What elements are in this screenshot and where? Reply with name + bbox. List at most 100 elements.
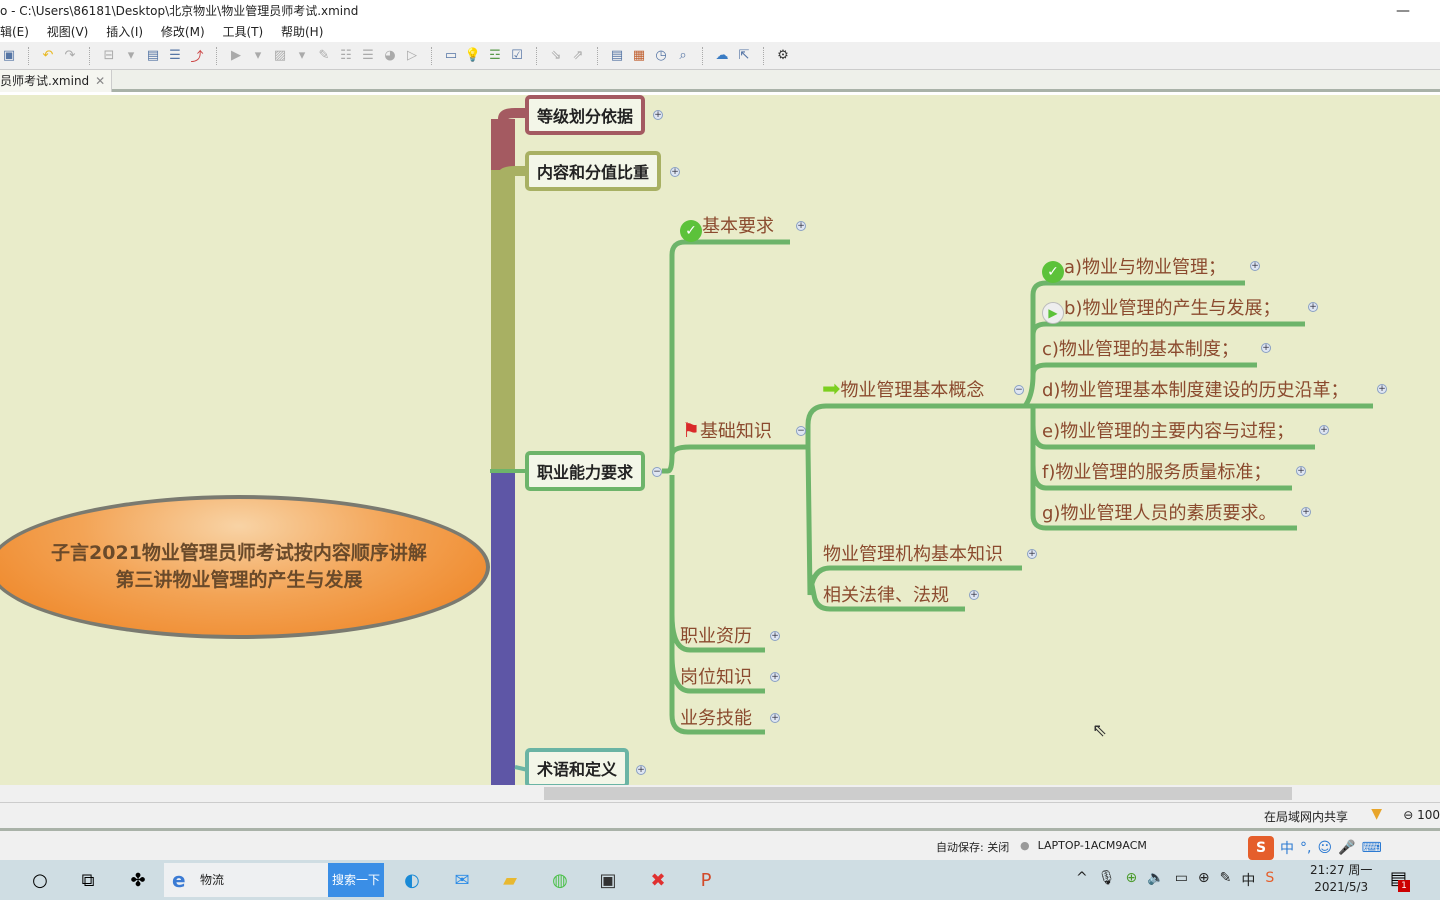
expand-icon[interactable]: + [1296, 466, 1306, 476]
subtopic-agency-knowledge[interactable]: 物业管理机构基本知识 [823, 540, 1003, 566]
subtopic-career-qualification[interactable]: 职业资历 [680, 622, 752, 648]
taskbar-search-input[interactable]: e 物流 [164, 863, 328, 897]
zoom-level[interactable]: ⊖ 100 [1403, 808, 1440, 822]
leaf-topic-f[interactable]: f)物业管理的服务质量标准； [1042, 458, 1271, 484]
subtopic-business-skills[interactable]: 业务技能 [680, 704, 752, 730]
autosave-status[interactable]: 自动保存: 关闭 [936, 839, 1009, 855]
subtopic-position-knowledge[interactable]: 岗位知识 [680, 663, 752, 689]
insert-topic-icon[interactable]: ⊟ [100, 47, 118, 65]
volume-icon[interactable]: 🔈 [1147, 870, 1164, 890]
ime-chinese-mode[interactable]: 中 [1280, 838, 1294, 858]
notes-icon[interactable]: ☰ [359, 47, 377, 65]
mail-icon[interactable]: ✉ [450, 868, 474, 892]
menu-tools[interactable]: 工具(T) [222, 25, 263, 39]
pen-icon[interactable]: ✎ [1220, 870, 1232, 890]
presentation-icon[interactable]: ▭ [442, 47, 460, 65]
dropdown-icon[interactable]: ▾ [249, 47, 267, 65]
gantt-icon[interactable]: ☲ [486, 47, 504, 65]
expand-icon[interactable]: + [796, 221, 806, 231]
collapse-icon[interactable]: − [796, 426, 806, 436]
subtopic-basic-knowledge[interactable]: ⚑基础知识 [682, 417, 772, 443]
menu-modify[interactable]: 修改(M) [161, 25, 205, 39]
cortana-icon[interactable]: ○ [28, 868, 52, 892]
topic-terms-definitions[interactable]: 术语和定义 [525, 748, 630, 785]
xmind-icon[interactable]: ✖ [646, 868, 670, 892]
app-pinwheel-icon[interactable]: ✤ [126, 868, 150, 892]
microphone-icon[interactable]: 🎤 [1338, 840, 1355, 856]
hyperlink-icon[interactable]: ◕ [381, 47, 399, 65]
expand-icon[interactable]: + [670, 167, 680, 177]
expand-icon[interactable]: + [1027, 549, 1037, 559]
microphone-icon[interactable]: 🎙 [1098, 870, 1116, 890]
task-view-icon[interactable]: ⧉ [76, 868, 100, 892]
horizontal-scrollbar[interactable] [0, 785, 1440, 802]
leaf-topic-d[interactable]: d)物业管理基本制度建设的历史沿革； [1042, 376, 1348, 402]
expand-icon[interactable]: + [1250, 261, 1260, 271]
menu-edit[interactable]: 辑(E) [0, 25, 29, 39]
expand-icon[interactable]: + [770, 713, 780, 723]
keyboard-icon[interactable]: ⌨ [1362, 840, 1382, 856]
collapse-icon[interactable]: − [1014, 385, 1024, 395]
boundary-icon[interactable]: ▤ [144, 47, 162, 65]
expand-icon[interactable]: + [770, 631, 780, 641]
expand-icon[interactable]: + [1308, 302, 1318, 312]
leaf-topic-c[interactable]: c)物业管理的基本制度； [1042, 335, 1239, 361]
gear-icon[interactable]: ⚙ [774, 47, 792, 65]
label-icon[interactable]: ☷ [337, 47, 355, 65]
search-icon[interactable]: ⌕ [674, 47, 692, 65]
expand-icon[interactable]: + [1377, 384, 1387, 394]
task-icon[interactable]: ☑ [508, 47, 526, 65]
overview-icon[interactable]: ▦ [630, 47, 648, 65]
drill-up-icon[interactable]: ⇗ [569, 47, 587, 65]
upload-icon[interactable]: ☁ [713, 47, 731, 65]
summary-icon[interactable]: ☰ [166, 47, 184, 65]
marker-icon[interactable]: ▶ [227, 47, 245, 65]
sogou-icon[interactable]: S [1265, 870, 1274, 890]
subtopic-laws-regulations[interactable]: 相关法律、法规 [823, 581, 949, 607]
notification-icon[interactable]: ▤ 1 [1390, 868, 1410, 892]
expand-icon[interactable]: + [969, 590, 979, 600]
emoji-icon[interactable]: ☺ [1317, 840, 1332, 856]
leaf-topic-e[interactable]: e)物业管理的主要内容与过程； [1042, 417, 1294, 443]
redo-icon[interactable]: ↷ [61, 47, 79, 65]
clock[interactable]: 21:27 周一 2021/5/3 [1310, 862, 1372, 896]
attachment-icon[interactable]: ✎ [315, 47, 333, 65]
chevron-up-icon[interactable]: ^ [1076, 870, 1088, 890]
lan-share-label[interactable]: 在局域网内共享 [1264, 808, 1348, 825]
mind-map-canvas[interactable]: 子言2021物业管理员师考试按内容顺序讲解 第三讲物业管理的产生与发展 等级划分… [0, 95, 1440, 785]
editor-tab[interactable]: 员师考试.xmind ✕ [0, 70, 112, 92]
input-method-icon[interactable]: 中 [1241, 870, 1255, 890]
network-icon[interactable]: ⊕ [1198, 870, 1210, 890]
topic-grade-basis[interactable]: 等级划分依据 [525, 95, 646, 135]
audio-icon[interactable]: ▷ [403, 47, 421, 65]
ime-punctuation[interactable]: °, [1300, 840, 1311, 856]
dropdown-icon[interactable]: ▾ [293, 47, 311, 65]
expand-icon[interactable]: + [636, 765, 646, 775]
search-button[interactable]: 搜索一下 [328, 863, 384, 897]
edge-icon[interactable]: ◐ [400, 868, 424, 892]
sogou-logo-icon[interactable]: S [1248, 836, 1274, 860]
share-icon[interactable]: ⇱ [735, 47, 753, 65]
leaf-topic-b[interactable]: ▶ b)物业管理的产生与发展； [1042, 294, 1280, 324]
expand-icon[interactable]: + [1261, 343, 1271, 353]
scrollbar-thumb[interactable] [544, 787, 1292, 800]
leaf-topic-a[interactable]: ✓ a)物业与物业管理； [1042, 253, 1226, 283]
expand-icon[interactable]: + [653, 110, 663, 120]
close-icon[interactable]: ✕ [95, 74, 105, 88]
file-explorer-icon[interactable]: ▰ [498, 868, 522, 892]
history-icon[interactable]: ◷ [652, 47, 670, 65]
expand-icon[interactable]: + [1301, 507, 1311, 517]
expand-icon[interactable]: + [1319, 425, 1329, 435]
central-topic[interactable]: 子言2021物业管理员师考试按内容顺序讲解 第三讲物业管理的产生与发展 [0, 495, 490, 639]
filter-icon[interactable]: ▼ [1371, 806, 1382, 822]
save-icon[interactable]: ▣ [0, 47, 18, 65]
topic-ability-requirements[interactable]: 职业能力要求 [525, 451, 646, 491]
battery-icon[interactable]: ▭ [1175, 870, 1188, 890]
brainstorm-icon[interactable]: 💡 [464, 47, 482, 65]
relationship-icon[interactable]: ⤴ [188, 47, 206, 65]
subtopic-basic-concepts[interactable]: ➡物业管理基本概念 [822, 376, 984, 402]
drill-down-icon[interactable]: ⇘ [547, 47, 565, 65]
subtopic-basic-requirements[interactable]: ✓ 基本要求 [680, 212, 774, 242]
powerpoint-icon[interactable]: P [694, 868, 718, 892]
menu-help[interactable]: 帮助(H) [281, 25, 323, 39]
